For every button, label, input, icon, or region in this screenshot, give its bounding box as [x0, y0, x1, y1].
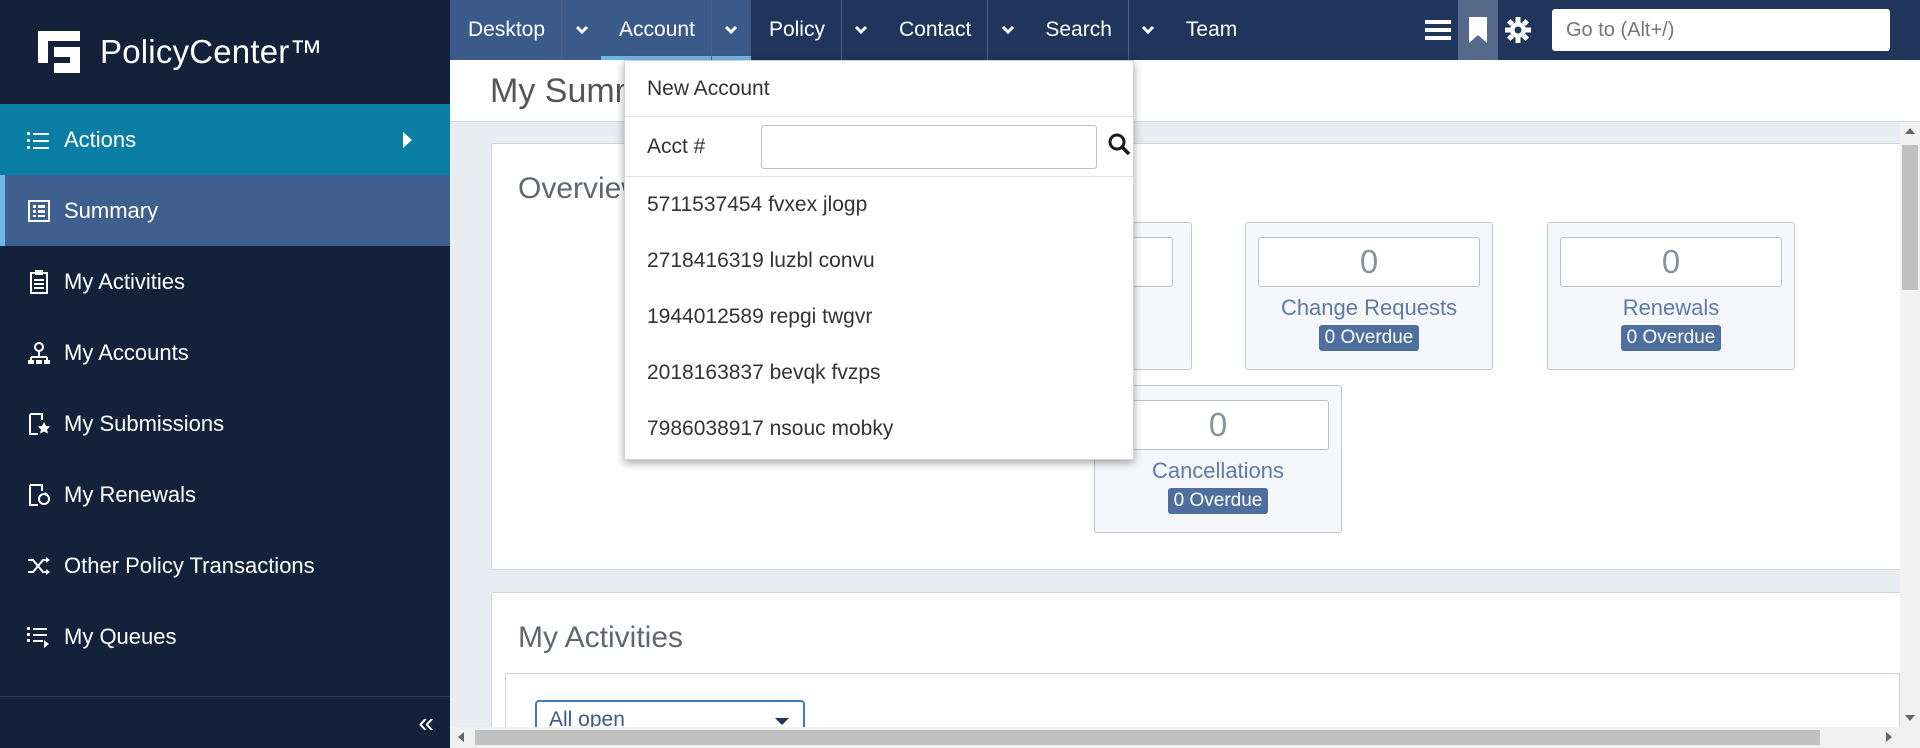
- tab-account[interactable]: Account: [601, 0, 751, 60]
- toolbar: [1418, 0, 1890, 60]
- sidebar-item-label: Summary: [64, 197, 159, 223]
- chevron-down-icon[interactable]: [710, 0, 751, 60]
- chevron-down-icon[interactable]: [561, 0, 601, 60]
- recent-account-item[interactable]: 7986038917 nsouc mobky: [625, 401, 1133, 457]
- scroll-up-arrow[interactable]: [1905, 128, 1915, 134]
- caret-down-icon: [775, 718, 789, 725]
- account-dropdown-menu: New Account Acct # 5711537454 fvxex jlog…: [624, 60, 1134, 460]
- chevron-down-icon[interactable]: [987, 0, 1027, 60]
- tab-label: Account: [619, 18, 695, 41]
- tab-label: Team: [1185, 18, 1238, 41]
- clipboard-icon: [26, 269, 52, 295]
- chevron-down-icon[interactable]: [1127, 0, 1168, 60]
- summary-icon: [26, 198, 52, 224]
- recent-account-item[interactable]: 1944012589 repgi twgvr: [625, 289, 1133, 345]
- sidebar-item-my-accounts[interactable]: My Accounts: [0, 317, 450, 388]
- menu-item-new-account[interactable]: New Account: [625, 61, 1133, 117]
- tab-label: Search: [1045, 18, 1112, 41]
- tile-label: Renewals: [1622, 295, 1720, 320]
- recent-account-item[interactable]: 2018163837 bevqk fvzps: [625, 345, 1133, 401]
- bookmark-button[interactable]: [1458, 0, 1498, 60]
- top-nav: Desktop Account Policy Contact Search Te…: [450, 0, 1920, 60]
- tab-label: Policy: [768, 18, 825, 41]
- sidebar-item-actions[interactable]: Actions: [0, 104, 450, 175]
- settings-button[interactable]: [1498, 0, 1538, 60]
- tile-value: 0: [1258, 237, 1480, 287]
- sidebar-item-label: My Accounts: [64, 339, 189, 365]
- double-chevron-left-icon: «: [418, 706, 434, 738]
- sidebar-item-my-submissions[interactable]: My Submissions: [0, 388, 450, 459]
- tile-value: 0: [1560, 237, 1782, 287]
- tile-label: Cancellations: [1151, 458, 1285, 483]
- hamburger-icon: [1425, 20, 1451, 40]
- sidebar-item-label: Other Policy Transactions: [64, 552, 315, 578]
- menu-button[interactable]: [1418, 0, 1458, 60]
- tab-search[interactable]: Search: [1027, 0, 1168, 60]
- renewals-icon: [26, 482, 52, 508]
- sidebar-item-label: My Queues: [64, 623, 177, 649]
- activities-title: My Activities: [518, 621, 684, 654]
- app-name: PolicyCenter™: [100, 33, 323, 70]
- sidebar-item-label: My Activities: [64, 268, 186, 294]
- collapse-sidebar-button[interactable]: «: [0, 696, 450, 748]
- tile-label: Change Requests: [1280, 295, 1458, 320]
- sidebar-item-other-policy-transactions[interactable]: Other Policy Transactions: [0, 530, 450, 601]
- tab-policy[interactable]: Policy: [751, 0, 881, 60]
- acct-label: Acct #: [647, 134, 706, 158]
- sidebar-item-my-queues[interactable]: My Queues: [0, 601, 450, 672]
- sidebar-item-label: My Submissions: [64, 410, 225, 436]
- scroll-down-arrow[interactable]: [1905, 715, 1915, 721]
- overdue-badge: 0 Overdue: [1318, 325, 1420, 351]
- sidebar-item-label: Actions: [64, 126, 137, 152]
- queues-icon: [26, 624, 52, 650]
- scroll-left-arrow[interactable]: [458, 732, 464, 742]
- tile-renewals[interactable]: 0 Renewals 0 Overdue: [1547, 222, 1795, 370]
- sidebar: PolicyCenter™ Actions Summary My Activit…: [0, 0, 450, 748]
- accounts-icon: [26, 340, 52, 366]
- sidebar-item-my-activities[interactable]: My Activities: [0, 246, 450, 317]
- horizontal-scrollbar[interactable]: [450, 727, 1920, 748]
- submissions-icon: [26, 411, 52, 437]
- sidebar-item-label: My Renewals: [64, 481, 197, 507]
- scroll-right-arrow[interactable]: [1886, 732, 1892, 742]
- overdue-badge: 0 Overdue: [1167, 488, 1269, 514]
- goto-input[interactable]: [1552, 9, 1890, 51]
- recent-account-item[interactable]: 2718416319 luzbl convu: [625, 233, 1133, 289]
- chevron-right-icon: [403, 131, 412, 148]
- sidebar-item-my-renewals[interactable]: My Renewals: [0, 459, 450, 530]
- acct-number-input[interactable]: [761, 124, 1098, 169]
- overdue-badge: 0 Overdue: [1620, 325, 1722, 351]
- tile-value: 0: [1107, 400, 1329, 450]
- tile-change-requests[interactable]: 0 Change Requests 0 Overdue: [1245, 222, 1493, 370]
- shuffle-icon: [26, 553, 52, 579]
- sidebar-item-summary[interactable]: Summary: [0, 175, 450, 246]
- tab-contact[interactable]: Contact: [881, 0, 1027, 60]
- logo[interactable]: PolicyCenter™: [0, 0, 450, 104]
- tab-label: Contact: [898, 18, 972, 41]
- actions-list-icon: [26, 127, 52, 153]
- policycenter-logo-icon: [36, 29, 82, 75]
- tab-label: Desktop: [468, 18, 546, 41]
- horizontal-scroll-thumb[interactable]: [475, 730, 1820, 745]
- tab-team[interactable]: Team: [1168, 0, 1253, 60]
- gear-icon: [1505, 17, 1531, 43]
- search-icon[interactable]: [1107, 132, 1131, 162]
- recent-account-item[interactable]: 5711537454 fvxex jlogp: [625, 177, 1133, 233]
- tab-desktop[interactable]: Desktop: [450, 0, 602, 60]
- vertical-scroll-thumb[interactable]: [1902, 145, 1918, 290]
- chevron-down-icon[interactable]: [840, 0, 881, 60]
- acct-number-row: Acct #: [625, 117, 1133, 177]
- bookmark-icon: [1469, 17, 1487, 43]
